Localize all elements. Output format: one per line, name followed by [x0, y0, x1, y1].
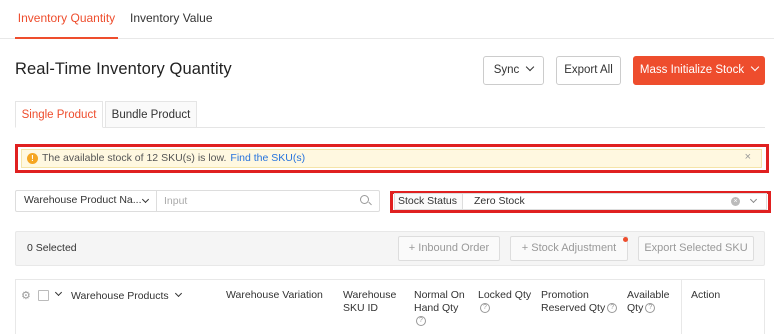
col-warehouse-variation: Warehouse Variation: [226, 289, 323, 301]
search-filter: Warehouse Product Na...: [15, 190, 380, 212]
gear-icon[interactable]: ⚙: [21, 289, 31, 302]
search-input[interactable]: [164, 191, 354, 211]
table-header: ⚙ Warehouse Products Warehouse Variation…: [15, 279, 765, 334]
col-locked-label: Locked Qty: [478, 289, 532, 301]
top-tabs: Inventory Quantity Inventory Value: [0, 0, 774, 39]
chevron-down-icon: [526, 62, 535, 72]
col-action-label: Action: [691, 289, 721, 301]
col-locked-qty: Locked Qty?: [478, 289, 531, 315]
alert-text: The available stock of 12 SKU(s) is low.: [42, 152, 227, 164]
tab-bundle-product[interactable]: Bundle Product: [105, 101, 197, 128]
find-sku-link[interactable]: Find the SKU(s): [230, 152, 305, 164]
notification-dot: [623, 237, 628, 242]
expand-all-toggle[interactable]: [54, 288, 63, 302]
mass-initialize-stock-button[interactable]: Mass Initialize Stock: [633, 56, 765, 85]
page-title: Real-Time Inventory Quantity: [15, 60, 232, 78]
col-available-line2: Qty: [627, 302, 644, 314]
col-action: Action: [681, 280, 765, 334]
chevron-down-icon: [750, 62, 760, 72]
help-icon[interactable]: ?: [645, 303, 656, 314]
clear-icon[interactable]: ×: [731, 197, 740, 206]
tab-single-product[interactable]: Single Product: [15, 101, 103, 128]
col-normal-on-hand-qty: Normal On Hand Qty?: [414, 289, 465, 328]
inbound-order-button[interactable]: + Inbound Order: [398, 236, 500, 261]
chevron-down-icon: [54, 288, 63, 297]
stock-status-filter[interactable]: Stock Status Zero Stock ×: [394, 193, 767, 210]
col-sku-id-line2: SKU ID: [343, 302, 379, 314]
col-promotion-reserved-qty: Promotion Reserved Qty?: [541, 289, 618, 315]
stock-status-label: Stock Status: [395, 194, 463, 209]
search-field-value: Warehouse Product Na...: [24, 194, 142, 206]
sync-button[interactable]: Sync: [483, 56, 544, 85]
stock-status-value: Zero Stock: [474, 195, 525, 207]
stock-adjustment-button[interactable]: + Stock Adjustment: [510, 236, 628, 261]
tab-inventory-quantity[interactable]: Inventory Quantity: [15, 0, 118, 39]
col-available-qty: Available Qty?: [627, 289, 669, 315]
col-available-line1: Available: [627, 289, 670, 301]
search-icon[interactable]: [360, 195, 369, 204]
close-icon[interactable]: ×: [745, 151, 751, 163]
col-on-hand-line2: Hand Qty: [414, 302, 459, 314]
info-icon: !: [27, 153, 38, 164]
bulk-action-bar: 0 Selected + Inbound Order + Stock Adjus…: [15, 231, 765, 266]
col-warehouse-products-label: Warehouse Products: [71, 290, 169, 302]
alert-message: The available stock of 12 SKU(s) is low.…: [42, 152, 305, 164]
select-all-checkbox[interactable]: [38, 290, 49, 301]
export-selected-sku-button[interactable]: Export Selected SKU: [638, 236, 754, 261]
col-promo-line1: Promotion: [541, 289, 589, 301]
col-warehouse-products[interactable]: Warehouse Products: [71, 289, 182, 303]
export-all-button[interactable]: Export All: [556, 56, 621, 85]
tab-inventory-value[interactable]: Inventory Value: [130, 0, 213, 39]
col-promo-line2: Reserved Qty: [541, 302, 606, 314]
low-stock-alert: ! The available stock of 12 SKU(s) is lo…: [21, 149, 762, 168]
chevron-down-icon: [174, 289, 182, 298]
selected-count: 0 Selected: [27, 242, 77, 254]
chevron-down-icon: [141, 195, 150, 204]
search-field-select[interactable]: Warehouse Product Na...: [16, 191, 157, 211]
col-on-hand-line1: Normal On: [414, 289, 465, 301]
chevron-down-icon: [749, 195, 758, 204]
help-icon[interactable]: ?: [416, 316, 426, 327]
col-warehouse-sku-id: Warehouse SKU ID: [343, 289, 396, 315]
help-icon[interactable]: ?: [480, 303, 490, 314]
sync-label: Sync: [493, 64, 520, 76]
mass-initialize-label: Mass Initialize Stock: [639, 64, 745, 76]
help-icon[interactable]: ?: [607, 303, 618, 314]
col-sku-id-line1: Warehouse: [343, 289, 397, 301]
